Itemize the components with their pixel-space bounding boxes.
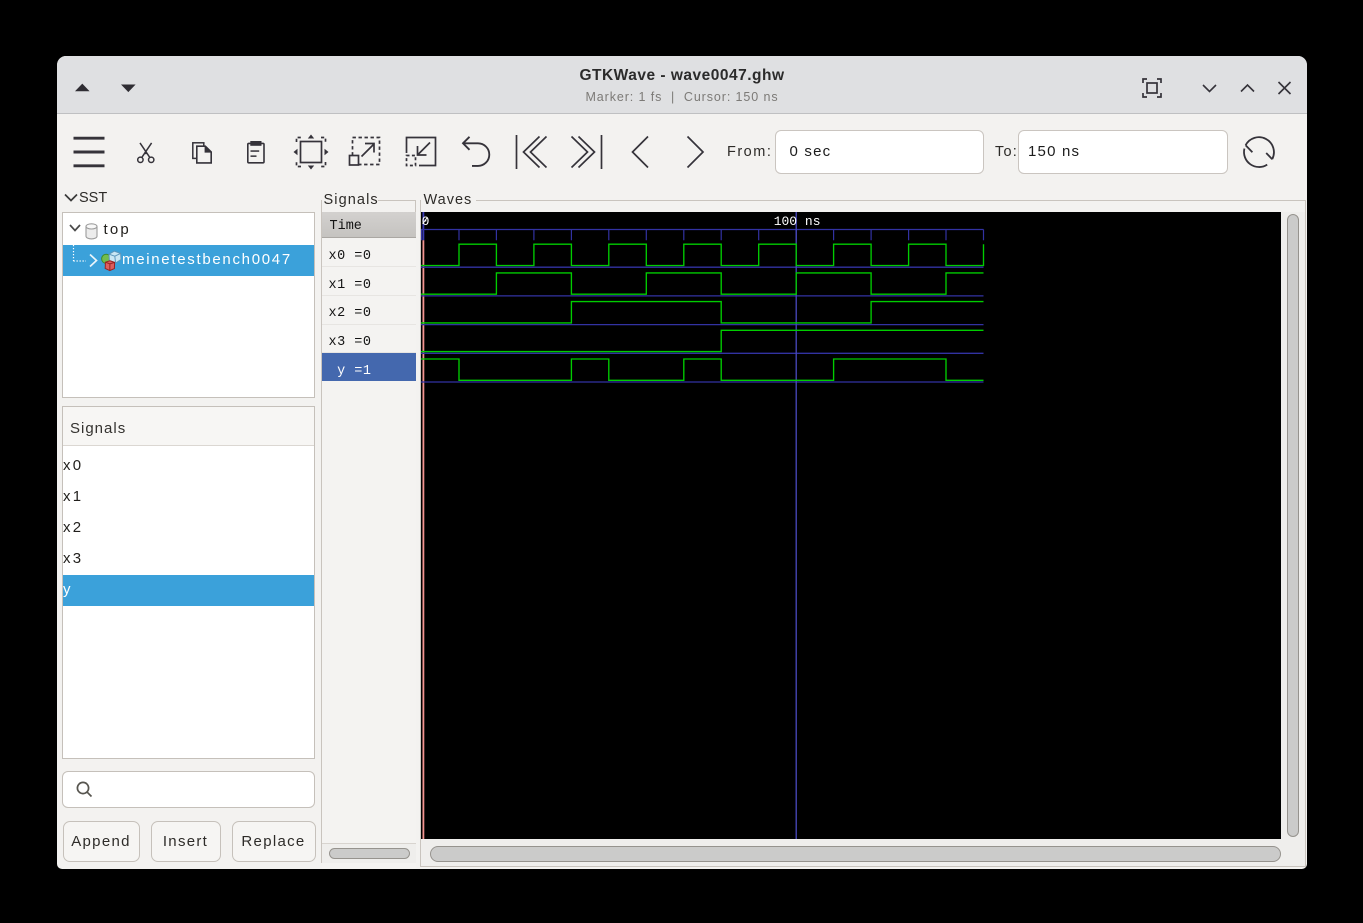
svg-text:100 ns: 100 ns: [774, 214, 821, 229]
svg-text:0: 0: [422, 214, 430, 229]
